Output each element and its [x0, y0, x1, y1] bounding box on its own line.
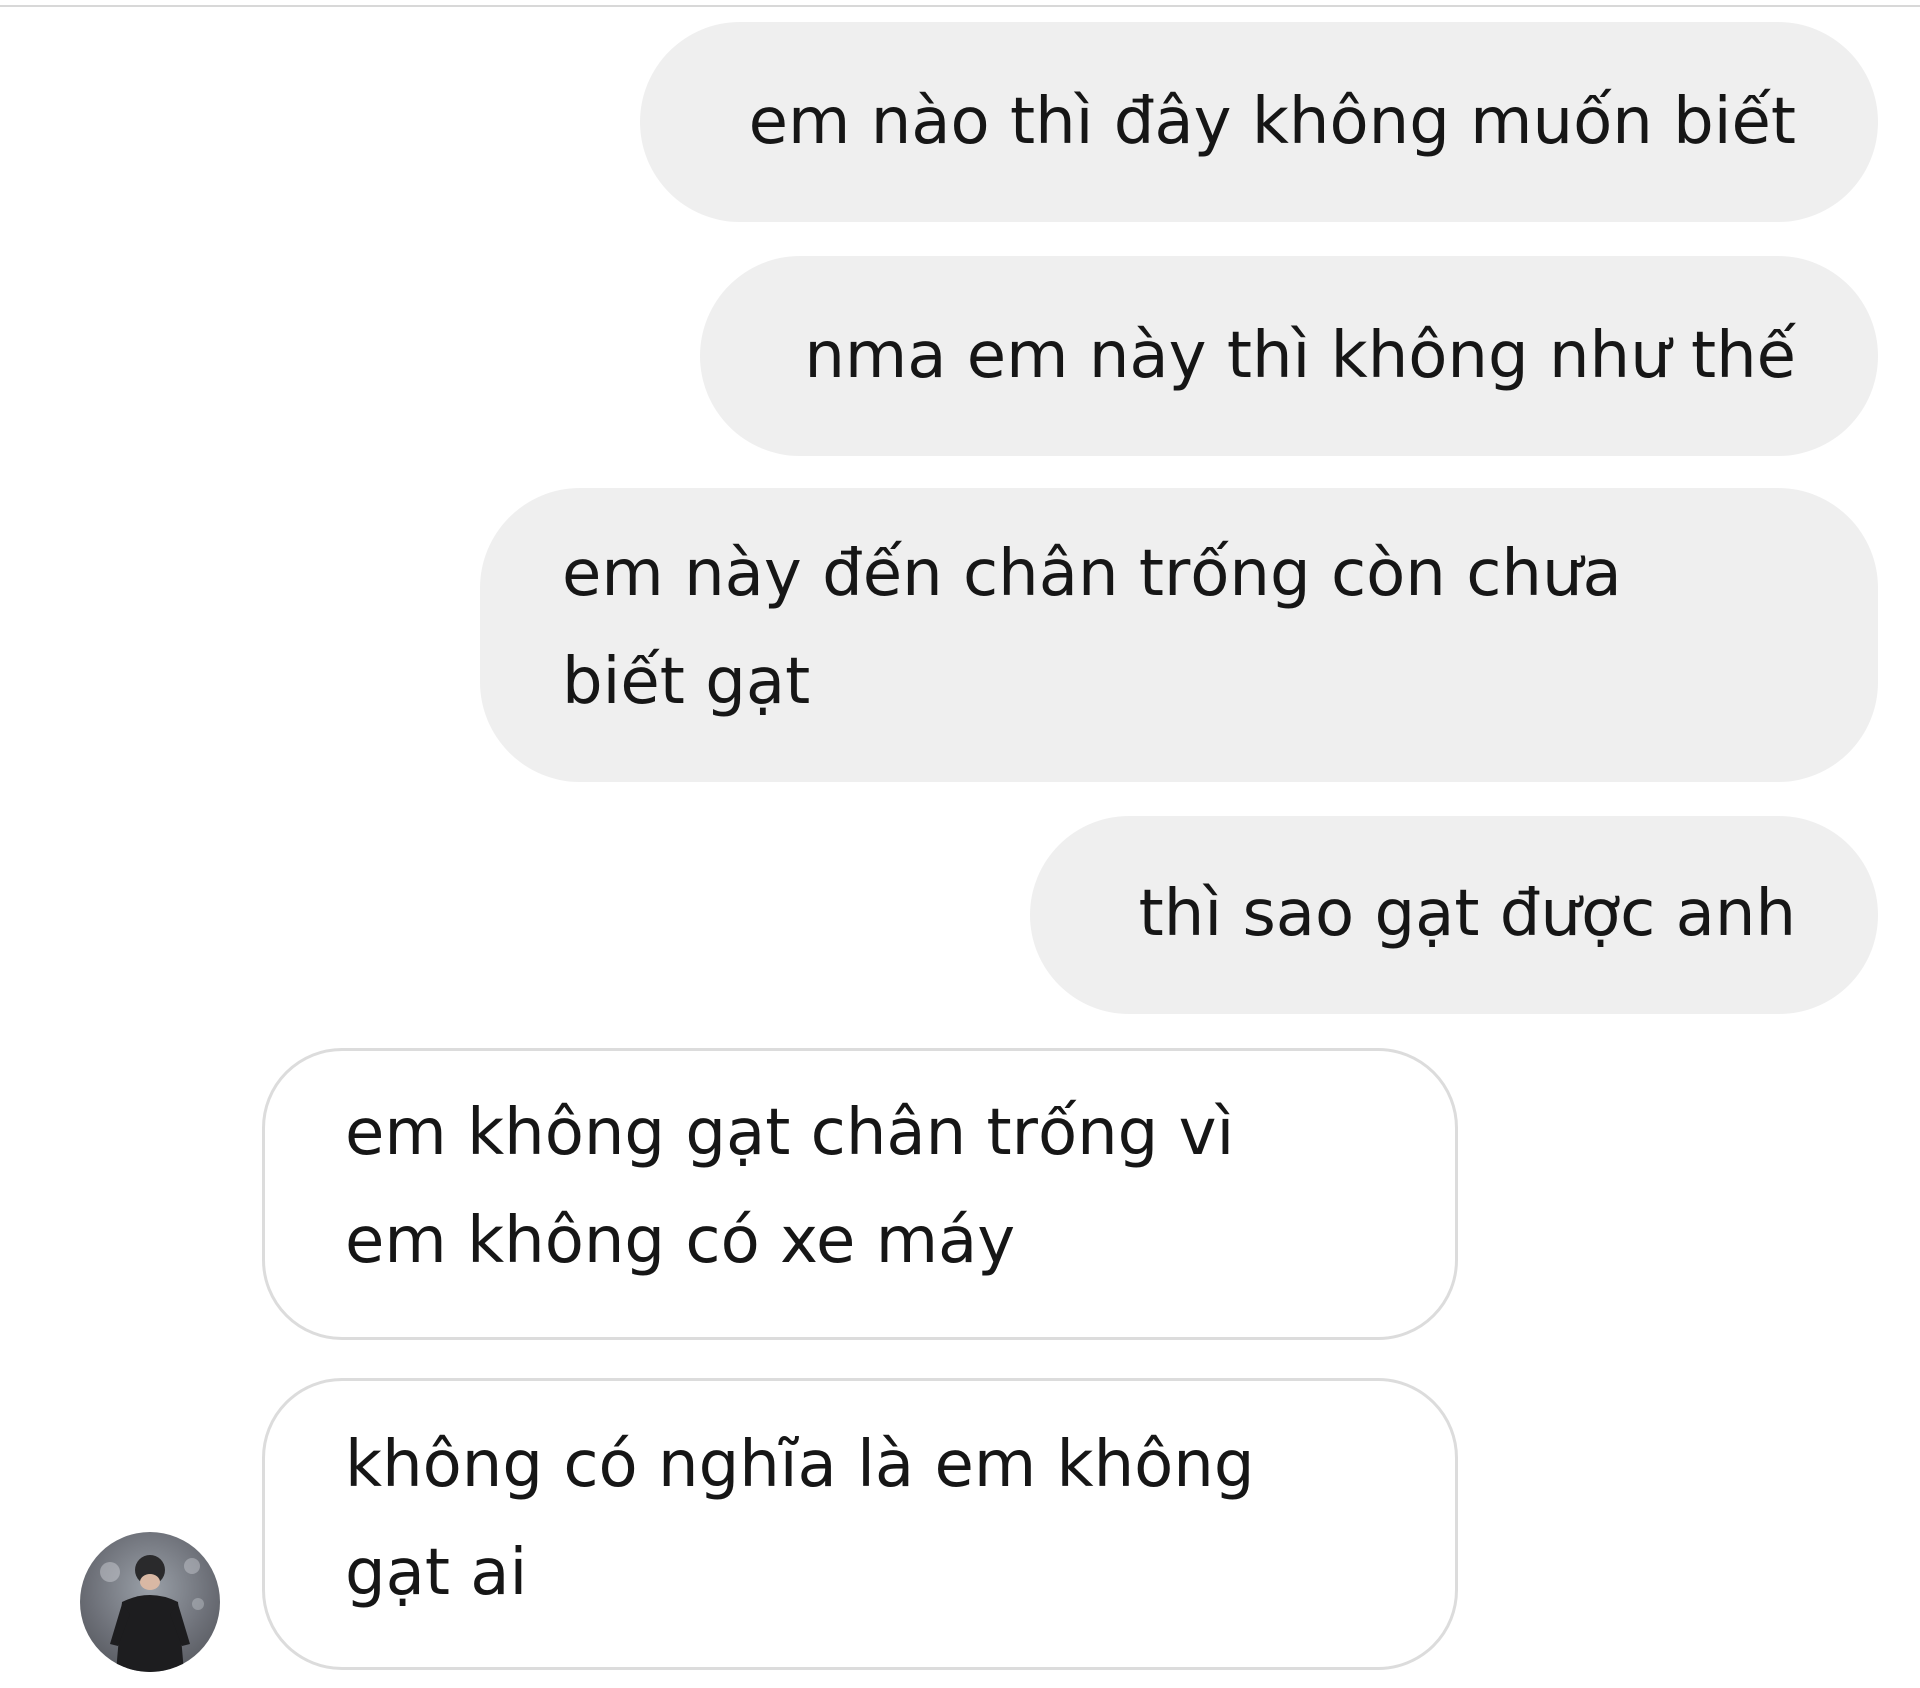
message-text-line: nma em này thì không như thế: [804, 319, 1796, 393]
message-text-line: em nào thì đây không muốn biết: [748, 85, 1796, 159]
received-message-bubble[interactable]: em không gạt chân trống vì em không có x…: [262, 1048, 1458, 1340]
sent-message-bubble[interactable]: thì sao gạt được anh: [1030, 816, 1878, 1014]
sent-message-bubble[interactable]: nma em này thì không như thế: [700, 256, 1878, 456]
message-text-line: không có nghĩa là em không: [345, 1428, 1255, 1502]
received-message-bubble[interactable]: không có nghĩa là em không gạt ai: [262, 1378, 1458, 1670]
message-text-line: biết gạt: [562, 645, 811, 719]
message-text-line: em không gạt chân trống vì: [345, 1096, 1235, 1170]
message-text-line: em này đến chân trống còn chưa: [562, 537, 1622, 611]
sent-message-bubble[interactable]: em nào thì đây không muốn biết: [640, 22, 1878, 222]
message-text-line: em không có xe máy: [345, 1204, 1016, 1278]
message-text-line: thì sao gạt được anh: [1138, 877, 1796, 951]
message-text-line: gạt ai: [345, 1536, 528, 1610]
sent-message-bubble[interactable]: em này đến chân trống còn chưa biết gạt: [480, 488, 1878, 782]
chat-thread[interactable]: em nào thì đây không muốn biết nma em nà…: [0, 0, 1920, 1688]
contact-avatar[interactable]: [80, 1532, 220, 1672]
person-silhouette-icon: [100, 1555, 204, 1672]
